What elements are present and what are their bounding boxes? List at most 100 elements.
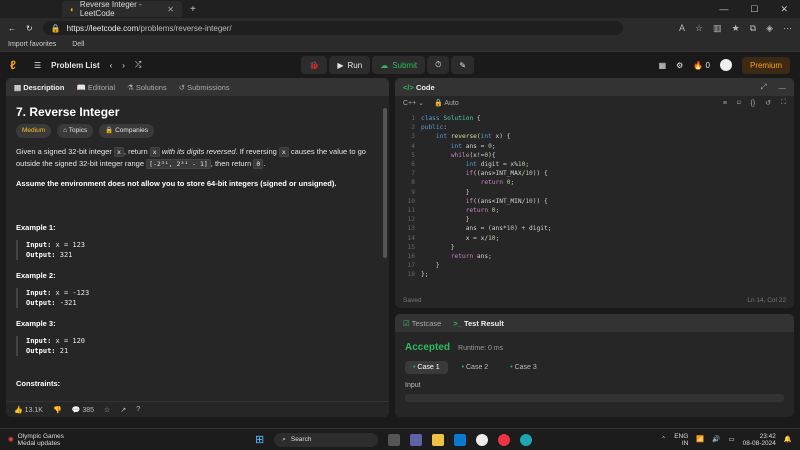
expand-icon[interactable]: ⤢ (761, 82, 767, 92)
tag-icon: ⌂ (63, 127, 68, 134)
description-icon: ▤ (14, 82, 22, 92)
notes-icon[interactable]: ✎ (451, 56, 475, 74)
code-panel: </> Code ⤢ — C++ ⌄ 🔒 Auto ≡ ⌑ {} ↺ ⛶ 123… (395, 78, 794, 308)
address-bar: ← ↻ 🔒 https://leetcode.com/problems/reve… (0, 18, 800, 38)
tab-testcase[interactable]: ☑ Testcase (403, 319, 441, 328)
store-icon[interactable] (454, 433, 467, 446)
bookmark-import[interactable]: Import favorites (8, 41, 56, 48)
more-icon[interactable]: ⋯ (783, 23, 792, 34)
language-indicator[interactable]: ENG IN (674, 433, 688, 447)
input-label: Input (405, 382, 421, 389)
extensions-icon[interactable]: ◈ (766, 23, 773, 34)
task-view-icon[interactable] (388, 433, 401, 446)
read-aloud-icon[interactable]: A (679, 23, 685, 34)
windows-taskbar: ◉ Olympic Games Medal updates ⊞ ⌕ Search ⌃… (0, 428, 800, 450)
browser-titlebar: ◐ Reverse Integer - LeetCode ✕ + — ☐ ✕ (0, 0, 800, 18)
chrome-icon[interactable] (498, 433, 511, 446)
case-3-tab[interactable]: • Case 3 (502, 361, 545, 374)
code-tab[interactable]: </> Code (403, 83, 435, 92)
collections-icon[interactable]: ⧉ (750, 23, 756, 34)
upload-icon: ☁ (380, 60, 389, 70)
leetcode-favicon-icon: ◐ (70, 4, 75, 14)
help-icon[interactable]: ? (136, 406, 140, 413)
new-tab-icon[interactable]: + (190, 4, 196, 15)
problem-list-icon[interactable]: ☰ (34, 61, 41, 70)
comments-button[interactable]: 💬 385 (72, 406, 94, 414)
topics-tag[interactable]: ⌂ Topics (57, 124, 94, 138)
bookmark-icon[interactable]: ⌑ (737, 99, 741, 107)
layout-icon[interactable]: ▦ (659, 61, 667, 70)
leetcode-logo-icon[interactable]: ℓ (10, 58, 24, 72)
submit-button[interactable]: ☁ Submit (372, 56, 426, 74)
window-close-icon[interactable]: ✕ (780, 4, 788, 15)
weather-widget[interactable]: ◉ Olympic Games Medal updates (8, 433, 64, 447)
fullscreen-icon[interactable]: ⛶ (781, 99, 786, 107)
taskbar-search[interactable]: ⌕ Search (274, 432, 379, 447)
refresh-icon[interactable]: ↻ (26, 24, 33, 33)
dell-icon[interactable] (476, 433, 489, 446)
collapse-icon[interactable]: — (779, 83, 787, 92)
tab-editorial[interactable]: 📖 Editorial (76, 83, 115, 92)
notifications-icon[interactable]: 🔔 (784, 436, 792, 443)
maximize-icon[interactable]: ☐ (750, 4, 758, 15)
clock[interactable]: 23:42 08-08-2024 (743, 433, 776, 447)
bookmark-dell[interactable]: Dell (72, 41, 84, 48)
wifi-icon[interactable]: 📶 (696, 436, 704, 443)
language-select[interactable]: C++ ⌄ (403, 99, 424, 107)
tab-submissions[interactable]: ↺ Submissions (179, 83, 230, 92)
premium-button[interactable]: Premium (741, 56, 790, 74)
input-box (405, 394, 784, 402)
code-editor[interactable]: 1 2 3 4 5 6 7 8 9 10 11 12 13 14 15 16 17 18 class Soluti… (395, 110, 794, 280)
case-1-tab[interactable]: • Case 1 (405, 361, 448, 374)
split-screen-icon[interactable]: ▥ (713, 23, 722, 34)
volume-icon[interactable]: 🔊 (712, 436, 720, 443)
format-icon[interactable]: ≡ (723, 100, 727, 107)
tab-description[interactable]: ▤ Description (14, 83, 64, 92)
url-field[interactable]: 🔒 https://leetcode.com/problems/reverse-… (42, 21, 623, 35)
file-explorer-icon[interactable] (432, 433, 445, 446)
lock-icon: 🔒 (105, 127, 114, 134)
share-icon[interactable]: ↗ (120, 406, 126, 414)
streak-counter[interactable]: 🔥 0 (693, 61, 710, 70)
shuffle-icon[interactable]: ⤮ (135, 60, 141, 70)
avatar[interactable] (719, 59, 732, 71)
edge-icon[interactable] (520, 433, 533, 446)
braces-icon[interactable]: {} (751, 100, 756, 107)
minimize-icon[interactable]: — (719, 4, 728, 15)
result-status: Accepted (405, 342, 451, 353)
favorites-icon[interactable]: ★ (732, 23, 740, 34)
windows-start-icon[interactable]: ⊞ (255, 433, 264, 446)
description-scrollbar[interactable] (383, 108, 387, 258)
star-icon[interactable]: ☆ (104, 406, 110, 414)
case-2-tab[interactable]: • Case 2 (454, 361, 497, 374)
chevron-up-icon[interactable]: ⌃ (661, 436, 666, 443)
description-panel: ▤ Description 📖 Editorial ⚗ Solutions ↺ … (6, 78, 389, 417)
tab-close-icon[interactable]: ✕ (167, 5, 174, 14)
run-button[interactable]: ▶ Run (329, 56, 371, 74)
line-numbers: 1 2 3 4 5 6 7 8 9 10 11 12 13 14 15 16 17 18 (407, 115, 415, 279)
cursor-position: Ln 14, Col 22 (747, 297, 786, 304)
dislike-icon[interactable]: 👎 (53, 406, 62, 414)
browser-tab[interactable]: ◐ Reverse Integer - LeetCode ✕ (62, 0, 182, 18)
leetcode-navbar: ℓ ☰ Problem List ‹ › ⤮ 🐞 ▶ Run ☁ Submit ⏱ … (0, 52, 800, 78)
next-problem-icon[interactable]: › (122, 61, 125, 70)
teams-icon[interactable] (410, 433, 423, 446)
problem-list-link[interactable]: Problem List (51, 61, 99, 70)
prev-problem-icon[interactable]: ‹ (110, 61, 113, 70)
settings-icon[interactable]: ⚙ (676, 61, 683, 70)
battery-icon[interactable]: ▭ (729, 436, 735, 443)
code-icon: </> (403, 82, 414, 92)
timer-icon[interactable]: ⏱ (427, 56, 450, 74)
reset-icon[interactable]: ↺ (765, 99, 771, 107)
description-tabs: ▤ Description 📖 Editorial ⚗ Solutions ↺ … (6, 78, 389, 96)
favorite-star-icon[interactable]: ☆ (695, 23, 703, 34)
auto-mode[interactable]: 🔒 Auto (434, 99, 459, 107)
tab-test-result[interactable]: >_ Test Result (453, 319, 504, 328)
test-panel: ☑ Testcase >_ Test Result Accepted Runti… (395, 314, 794, 417)
tab-solutions[interactable]: ⚗ Solutions (127, 83, 167, 92)
like-button[interactable]: 👍 13.1K (14, 406, 43, 414)
debug-button[interactable]: 🐞 (301, 56, 328, 74)
code-lines[interactable]: class Solution { public: int reverse(int… (421, 114, 551, 280)
back-icon[interactable]: ← (8, 24, 16, 33)
companies-tag[interactable]: 🔒 Companies (99, 124, 154, 138)
